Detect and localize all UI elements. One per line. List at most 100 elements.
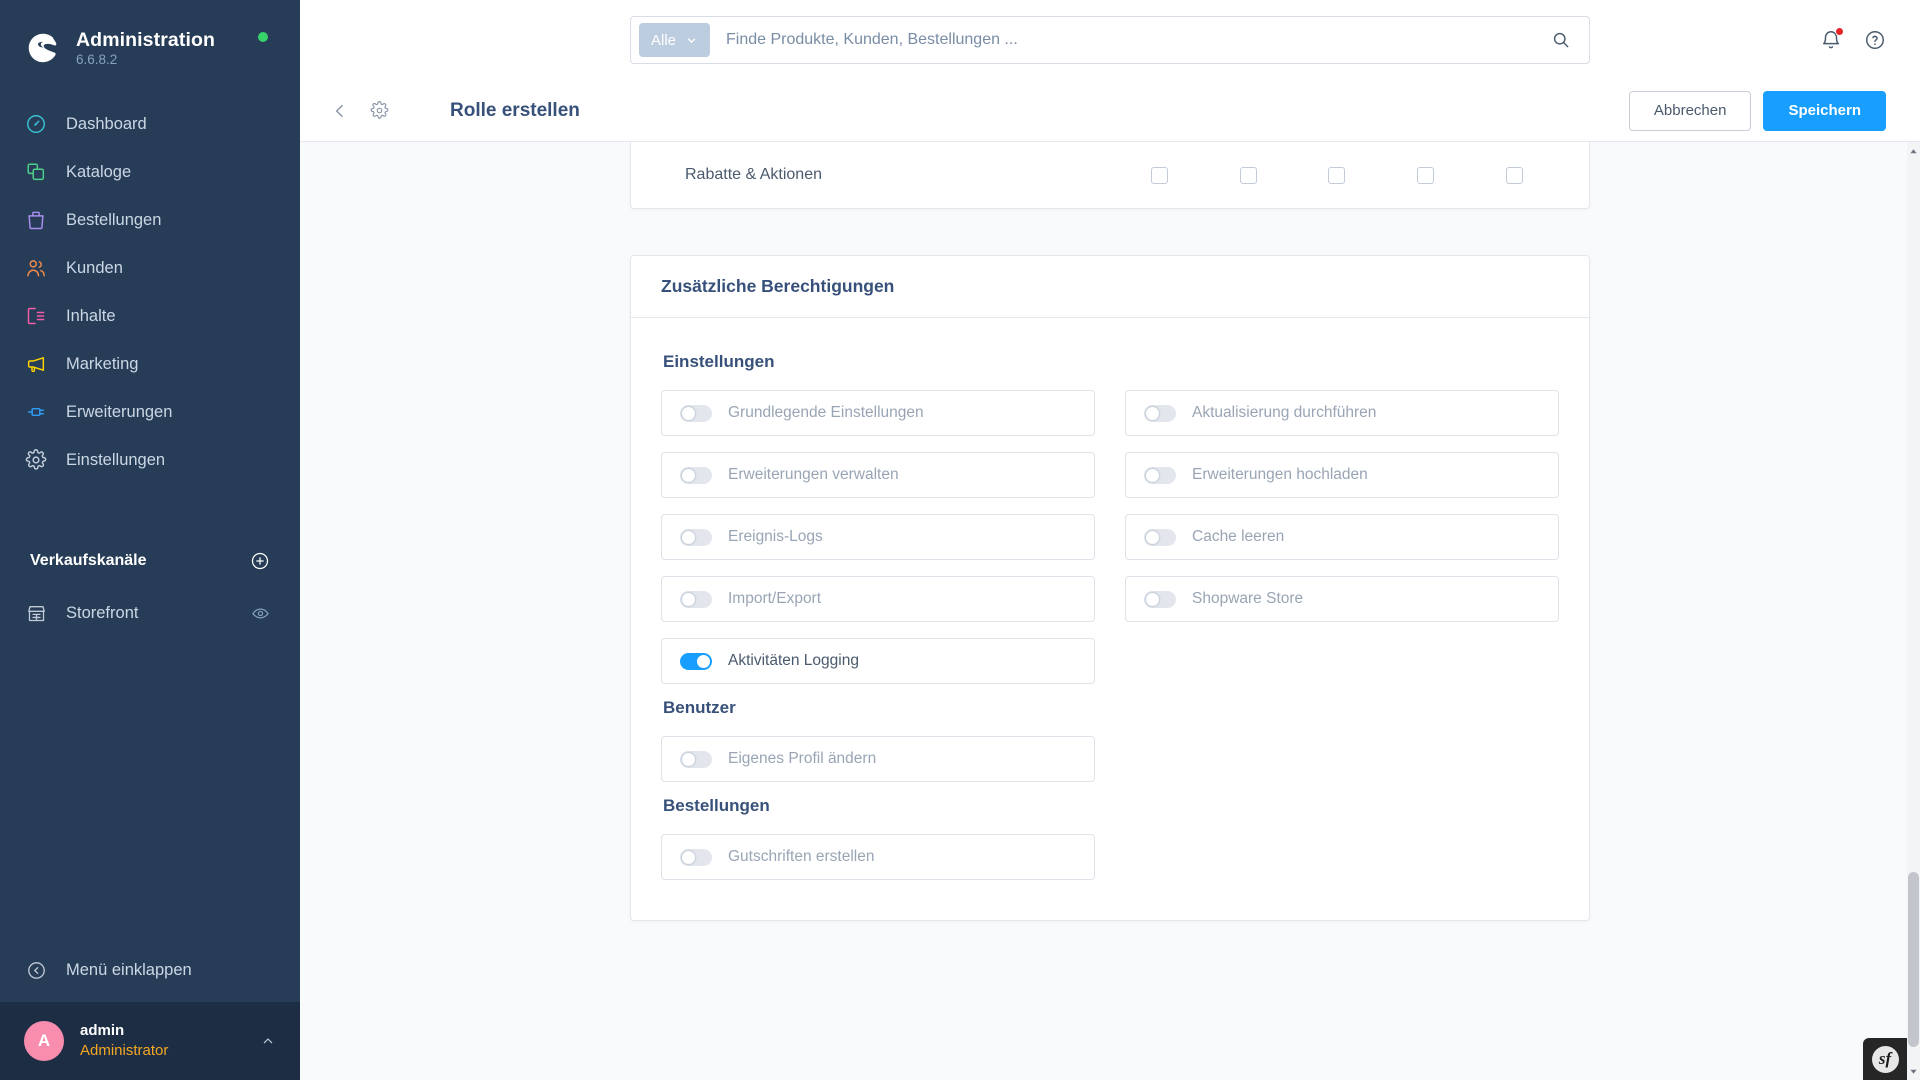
plus-circle-icon[interactable] [250,551,270,571]
chevron-down-icon [685,34,698,47]
permission-toggle-gutschriften-erstellen[interactable]: Gutschriften erstellen [661,834,1095,880]
sidebar-item-label: Inhalte [66,306,116,325]
page-title: Rolle erstellen [450,99,580,121]
sidebar-app-version: 6.6.8.2 [76,52,118,68]
chevron-left-icon[interactable] [324,95,356,127]
sales-channels-header: Verkaufskanäle [0,544,300,578]
toggle-switch[interactable] [1144,466,1176,484]
toggle-switch[interactable] [680,750,712,768]
permission-toggle-eigenes-profil-aendern[interactable]: Eigenes Profil ändern [661,736,1095,782]
save-button[interactable]: Speichern [1763,90,1886,131]
sidebar-item-inhalte[interactable]: Inhalte [0,292,300,340]
global-search-bar: Alle [630,16,1590,64]
caret-up-icon[interactable] [1908,144,1919,158]
permission-toggle-erweiterungen-verwalten[interactable]: Erweiterungen verwalten [661,452,1095,498]
permission-checkbox[interactable] [1328,166,1346,184]
sidebar-item-bestellungen[interactable]: Bestellungen [0,196,300,244]
toggle-grid-bestellungen: Gutschriften erstellen [661,834,1559,880]
toggle-switch[interactable] [680,528,712,546]
permission-checkbox[interactable] [1506,166,1524,184]
content-area: Rabatte & Aktionen Zusätzliche Berechtig… [300,142,1920,1080]
sidebar-item-einstellungen[interactable]: Einstellungen [0,436,300,484]
topbar-actions [1820,0,1886,80]
scrollbar-thumb[interactable] [1908,872,1919,1047]
sidebar: Administration 6.6.8.2 Dashboard Katalog… [0,0,300,1080]
permission-toggle-grundlegende-einstellungen[interactable]: Grundlegende Einstellungen [661,390,1095,436]
content-icon [24,304,48,328]
permission-checkbox-cell [1115,166,1204,184]
permission-toggle-ereignis-logs[interactable]: Ereignis-Logs [661,514,1095,560]
table-row[interactable]: Rabatte & Aktionen [631,142,1589,208]
symfony-debug-toolbar-button[interactable]: sf [1863,1038,1907,1080]
sidebar-main-nav: Dashboard Kataloge Bestellungen Kunden I… [0,100,300,484]
search-scope-dropdown[interactable]: Alle [639,23,711,57]
collapse-menu-button[interactable]: Menü einklappen [0,944,300,996]
sidebar-item-label: Kunden [66,258,123,277]
toggle-switch[interactable] [680,652,712,670]
plugin-icon [24,400,48,424]
toggle-switch[interactable] [680,848,712,866]
permission-toggle-erweiterungen-hochladen[interactable]: Erweiterungen hochladen [1125,452,1559,498]
gear-icon [24,448,48,472]
toggle-switch[interactable] [1144,590,1176,608]
sidebar-item-storefront[interactable]: Storefront [0,590,300,636]
collapse-menu-label: Menü einklappen [66,960,192,979]
permission-checkbox[interactable] [1417,166,1435,184]
shopware-logo-icon [24,29,62,67]
vertical-scrollbar[interactable] [1907,142,1920,1080]
permission-toggle-shopware-store[interactable]: Shopware Store [1125,576,1559,622]
gear-icon[interactable] [364,95,395,126]
notification-badge [1835,27,1844,36]
search-scope-label: Alle [651,31,677,49]
permission-toggle-import-export[interactable]: Import/Export [661,576,1095,622]
content-column: Rabatte & Aktionen Zusätzliche Berechtig… [630,142,1590,921]
permission-checkbox[interactable] [1239,166,1257,184]
sidebar-item-label: Marketing [66,354,139,373]
sidebar-item-marketing[interactable]: Marketing [0,340,300,388]
permission-toggle-label: Grundlegende Einstellungen [728,404,924,421]
bell-icon[interactable] [1820,27,1844,51]
group-title-benutzer: Benutzer [663,698,736,717]
chevron-up-icon[interactable] [260,1033,276,1049]
sidebar-item-label: Storefront [66,603,139,622]
help-circle-icon[interactable] [1864,29,1886,51]
user-name: admin [80,1021,125,1039]
permission-checkbox-group [1115,166,1559,184]
permission-toggle-label: Cache leeren [1192,528,1285,545]
toggle-switch[interactable] [680,404,712,422]
sidebar-item-kataloge[interactable]: Kataloge [0,148,300,196]
permission-toggle-label: Shopware Store [1192,590,1304,607]
permission-checkbox[interactable] [1150,166,1168,184]
search-icon[interactable] [1541,30,1581,50]
sidebar-brand[interactable]: Administration 6.6.8.2 [0,0,300,76]
sidebar-app-title: Administration [76,28,215,51]
avatar: A [24,1021,64,1061]
cancel-button[interactable]: Abbrechen [1628,90,1752,131]
eye-icon[interactable] [251,604,270,623]
permission-toggle-label: Gutschriften erstellen [728,848,875,865]
search-input[interactable] [710,31,1541,49]
sidebar-item-dashboard[interactable]: Dashboard [0,100,300,148]
topbar: Alle [300,0,1920,80]
sidebar-item-erweiterungen[interactable]: Erweiterungen [0,388,300,436]
customers-icon [24,256,48,280]
permission-toggle-label: Erweiterungen verwalten [728,466,899,483]
toggle-switch[interactable] [1144,404,1176,422]
permission-toggle-cache-leeren[interactable]: Cache leeren [1125,514,1559,560]
additional-permissions-body: Einstellungen Grundlegende Einstellungen… [631,318,1589,920]
toggle-switch[interactable] [680,466,712,484]
caret-down-icon[interactable] [1908,1064,1919,1078]
additional-permissions-header: Zusätzliche Berechtigungen [631,256,1589,318]
user-meta: admin Administrator [80,1021,260,1062]
sidebar-item-kunden[interactable]: Kunden [0,244,300,292]
toggle-switch[interactable] [680,590,712,608]
user-menu[interactable]: A admin Administrator [0,1002,300,1080]
orders-bag-icon [24,208,48,232]
permission-toggle-aktivitaeten-logging[interactable]: Aktivitäten Logging [661,638,1095,684]
toggle-switch[interactable] [1144,528,1176,546]
storefront-icon [24,601,48,625]
sidebar-item-label: Einstellungen [66,450,166,469]
permission-toggle-aktualisierung-durchfuehren[interactable]: Aktualisierung durchführen [1125,390,1559,436]
permission-toggle-label: Eigenes Profil ändern [728,750,877,767]
